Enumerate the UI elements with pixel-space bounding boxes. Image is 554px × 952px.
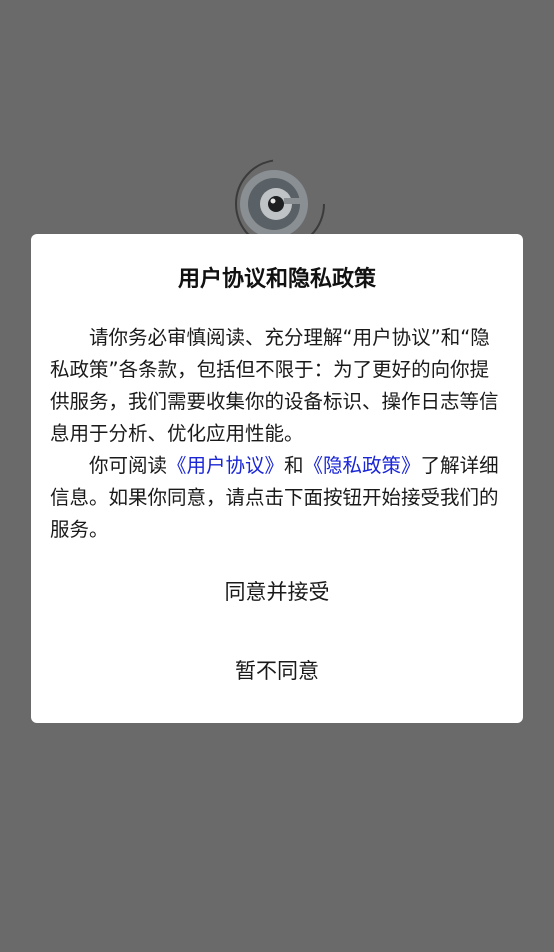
dialog-paragraph-2: 你可阅读《用户协议》和《隐私政策》了解详细信息。如果你同意，请点击下面按钮开始接… <box>50 450 504 546</box>
paragraph-2-and: 和 <box>284 454 304 477</box>
privacy-policy-link[interactable]: 《隐私政策》 <box>304 454 421 477</box>
paragraph-2-prefix: 你可阅读 <box>89 454 168 477</box>
dialog-body: 请你务必审慎阅读、充分理解“用户协议”和“隐私政策”各条款，包括但不限于：为了更… <box>50 322 504 546</box>
accept-button[interactable]: 同意并接受 <box>31 567 523 615</box>
dialog-title: 用户协议和隐私政策 <box>177 267 376 292</box>
user-agreement-link[interactable]: 《用户协议》 <box>167 454 284 477</box>
privacy-dialog: 用户协议和隐私政策 请你务必审慎阅读、充分理解“用户协议”和“隐私政策”各条款，… <box>31 234 523 723</box>
dialog-paragraph-1: 请你务必审慎阅读、充分理解“用户协议”和“隐私政策”各条款，包括但不限于：为了更… <box>50 326 499 445</box>
decline-button[interactable]: 暂不同意 <box>31 646 523 694</box>
